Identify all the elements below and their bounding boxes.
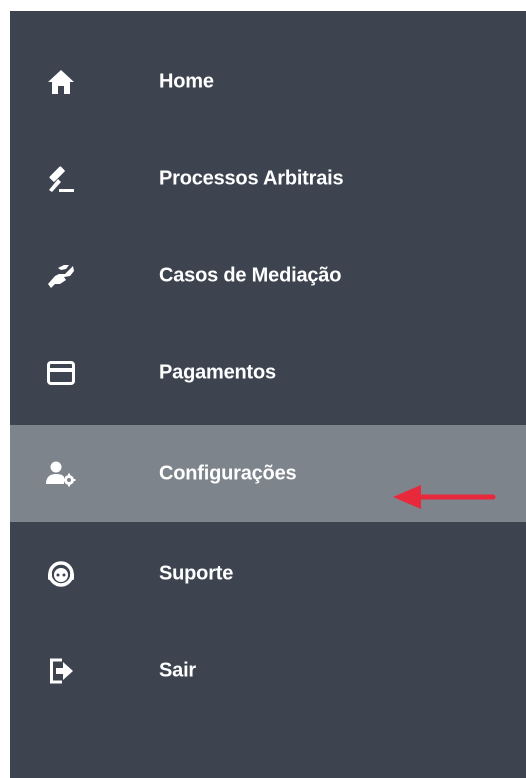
handshake-icon <box>46 261 76 291</box>
sidebar-item-label: Processos Arbitrais <box>159 167 344 189</box>
logout-icon <box>46 656 76 686</box>
sidebar-item-label: Pagamentos <box>159 361 276 383</box>
user-settings-icon <box>46 459 76 489</box>
home-icon <box>46 67 76 97</box>
sidebar-item-label: Casos de Mediação <box>159 264 342 286</box>
sidebar-item-processos-arbitrais[interactable]: Processos Arbitrais <box>10 130 526 227</box>
sidebar-item-label: Suporte <box>159 562 234 584</box>
sidebar-item-label: Sair <box>159 659 197 681</box>
sidebar-item-suporte[interactable]: Suporte <box>10 525 526 622</box>
sidebar-item-sair[interactable]: Sair <box>10 622 526 719</box>
support-agent-icon <box>46 559 76 589</box>
sidebar-item-home[interactable]: Home <box>10 33 526 130</box>
gavel-icon <box>46 164 76 194</box>
left-arrow-icon <box>393 485 496 509</box>
sidebar-item-label: Configurações <box>159 462 297 484</box>
sidebar-item-label: Home <box>159 70 214 92</box>
sidebar-menu: Home Processos Arbitrais Casos de Mediaç… <box>10 11 526 778</box>
sidebar-item-pagamentos[interactable]: Pagamentos <box>10 324 526 421</box>
credit-card-icon <box>46 358 76 388</box>
sidebar-item-casos-de-mediacao[interactable]: Casos de Mediação <box>10 227 526 324</box>
